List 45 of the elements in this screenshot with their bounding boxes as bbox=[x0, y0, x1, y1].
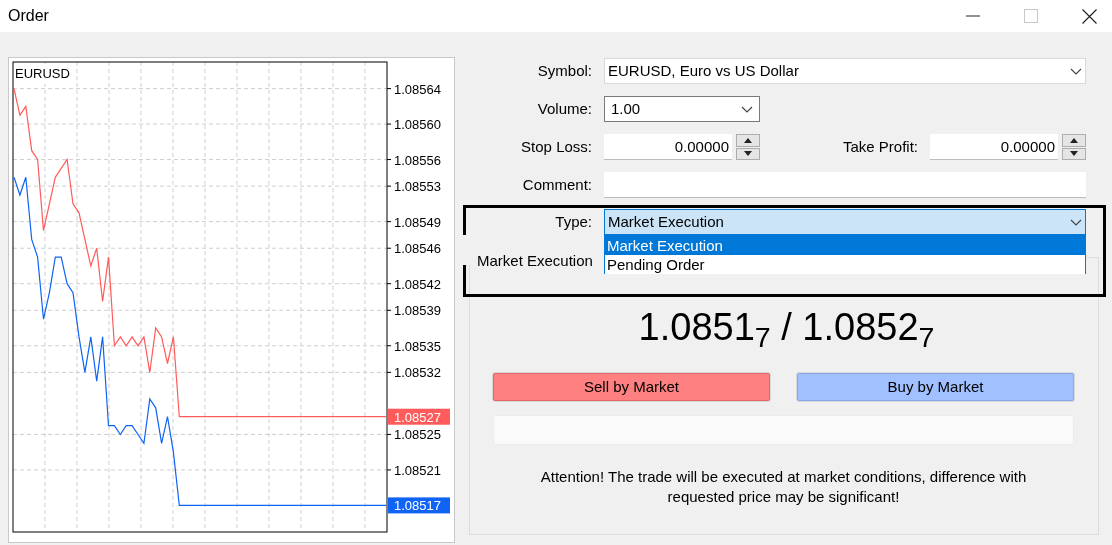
maximize-icon bbox=[1024, 9, 1038, 23]
field-label: Take Profit: bbox=[841, 136, 919, 157]
volume-dropdown[interactable]: 1.00 bbox=[604, 96, 760, 122]
axis-label: 1.08564 bbox=[394, 81, 441, 97]
chevron-down-icon bbox=[1070, 218, 1082, 226]
up-arrow-icon bbox=[1070, 137, 1078, 143]
axis-label: 1.08521 bbox=[394, 462, 441, 478]
axis-label: 1.08549 bbox=[394, 214, 441, 230]
stop-loss-field[interactable]: 0.00000 bbox=[604, 134, 732, 160]
axis-label: 1.08539 bbox=[394, 303, 441, 319]
field-label: Symbol: bbox=[536, 60, 593, 81]
comment-field[interactable] bbox=[604, 172, 1086, 198]
take-profit-field[interactable]: 0.00000 bbox=[930, 134, 1058, 160]
field-label: Stop Loss: bbox=[520, 136, 593, 157]
chevron-down-icon bbox=[1070, 67, 1082, 75]
axis-label: 1.08556 bbox=[394, 152, 441, 168]
field-label: Volume: bbox=[536, 98, 593, 119]
axis-label: 1.08542 bbox=[394, 276, 441, 292]
sell-button[interactable]: Sell by Market bbox=[493, 373, 770, 401]
axis-label: 1.08553 bbox=[394, 179, 441, 195]
down-arrow-icon bbox=[1070, 151, 1078, 157]
chevron-down-icon bbox=[741, 105, 753, 113]
field-label: Comment: bbox=[521, 174, 593, 195]
window-title: Order bbox=[7, 6, 49, 26]
spin-buttons[interactable] bbox=[736, 134, 760, 160]
spin-buttons[interactable] bbox=[1062, 134, 1086, 160]
axis-label: 1.08560 bbox=[394, 117, 441, 133]
symbol-dropdown[interactable]: EURUSD, Euro vs US Dollar bbox=[604, 58, 1086, 84]
axis-label: 1.08546 bbox=[394, 241, 441, 257]
chart-symbol: EURUSD bbox=[15, 64, 70, 84]
close-icon bbox=[1081, 8, 1097, 24]
type-dropdown[interactable]: Market Execution bbox=[604, 209, 1086, 235]
price-badge: 1.08527 bbox=[388, 408, 450, 425]
up-arrow-icon bbox=[744, 137, 752, 143]
axis-label: 1.08532 bbox=[394, 365, 441, 381]
axis-label: 1.08535 bbox=[394, 338, 441, 354]
axis-label: 1.08525 bbox=[394, 427, 441, 443]
notice-text: Attention! The trade will be executed at market conditions, difference with requested price may be significant! bbox=[539, 467, 1028, 507]
minimize-icon bbox=[966, 15, 980, 17]
field-label: Type: bbox=[554, 211, 593, 232]
dropdown-option[interactable]: Market Execution bbox=[605, 236, 1085, 255]
down-arrow-icon bbox=[744, 151, 752, 157]
buy-button[interactable]: Buy by Market bbox=[797, 373, 1074, 401]
price-quote: 1.0851$_{7}$ / 1.0852$_{7}$ bbox=[637, 305, 936, 349]
price-badge: 1.08517 bbox=[388, 497, 450, 514]
